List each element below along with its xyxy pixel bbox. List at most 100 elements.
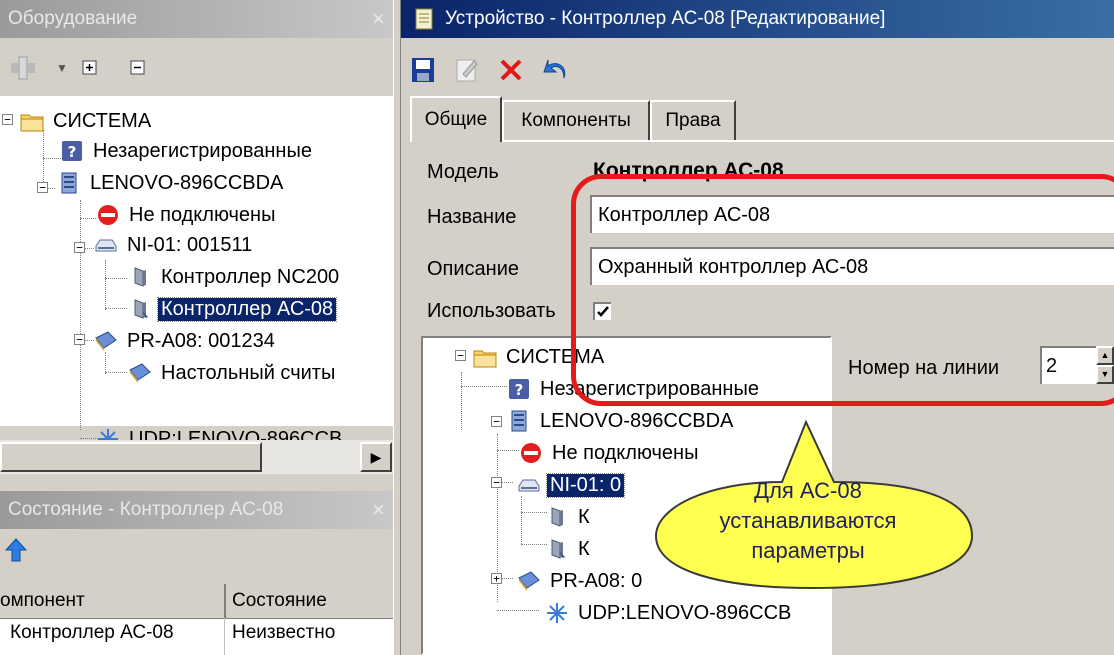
tree-item-label: СИСТЕМА xyxy=(506,345,605,368)
splitter[interactable] xyxy=(393,0,401,655)
folder-icon xyxy=(20,114,44,132)
line-tree-item-pr-a08[interactable]: PR-A08: 0 xyxy=(517,566,645,596)
scroll-right-icon[interactable]: ▶ xyxy=(360,442,392,472)
tree-item-label: К xyxy=(578,505,590,528)
tree-item-unregistered[interactable]: ? Незарегистрированные xyxy=(60,136,315,166)
collapse-toggle[interactable]: − xyxy=(491,416,502,427)
description-label: Описание xyxy=(427,258,520,280)
tab-underline xyxy=(410,140,1114,142)
collapse-all-icon[interactable] xyxy=(130,60,146,76)
expand-toggle[interactable]: + xyxy=(491,573,502,584)
device-window-title: Устройство - Контроллер АС-08 [Редактиро… xyxy=(401,0,1114,38)
tree-item-nc200[interactable]: Контроллер NC200 xyxy=(128,262,342,292)
tab-rights[interactable]: Права xyxy=(650,100,736,140)
tree-item-lenovo[interactable]: LENOVO-896CCBDA xyxy=(57,168,286,198)
table-row[interactable]: Контроллер АС-08 xyxy=(10,622,174,644)
checkmark-icon xyxy=(597,306,609,317)
expand-all-icon[interactable] xyxy=(82,60,98,76)
line-tree-item-unregistered[interactable]: ? Незарегистрированные xyxy=(507,374,762,404)
collapse-toggle[interactable]: − xyxy=(2,114,13,125)
question-icon: ? xyxy=(62,141,82,161)
callout-line-3: параметры xyxy=(751,538,865,563)
status-panel-title: Состояние - Контроллер АС-08 × xyxy=(0,491,393,529)
tab-components[interactable]: Компоненты xyxy=(502,100,650,140)
server-icon xyxy=(511,410,527,432)
tree-item-label: СИСТЕМА xyxy=(53,109,152,132)
tree-item-desktop-reader[interactable]: Настольный считы xyxy=(128,358,338,388)
tree-item-system[interactable]: СИСТЕМА xyxy=(20,106,154,136)
delete-icon[interactable] xyxy=(498,56,524,84)
horizontal-scrollbar[interactable]: ▶ xyxy=(0,440,393,474)
controller-icon xyxy=(134,267,146,287)
model-value: Контроллер АС-08 xyxy=(593,159,784,182)
column-header-status[interactable]: Состояние xyxy=(232,590,327,612)
tree-item-label: Незарегистрированные xyxy=(540,377,759,400)
callout-line-2: устанавливаются xyxy=(719,508,897,533)
tree-item-ni01[interactable]: NI-01: 001511 xyxy=(94,230,255,260)
callout-text: Для АС-08 устанавливаются параметры xyxy=(658,476,958,566)
tree-item-label: Настольный считы xyxy=(161,361,336,384)
table-cell: Неизвестно xyxy=(232,622,336,643)
use-checkbox[interactable] xyxy=(593,302,611,320)
equipment-panel-title-text: Оборудование xyxy=(8,8,138,29)
callout-line-1: Для АС-08 xyxy=(754,478,862,503)
edit-icon[interactable] xyxy=(454,56,480,84)
tree-item-label: К xyxy=(578,537,590,560)
column-header-component[interactable]: омпонент xyxy=(0,590,220,612)
close-icon[interactable]: × xyxy=(372,497,385,523)
tree-item-ac08[interactable]: Контроллер АС-08 xyxy=(128,294,338,324)
name-label: Название xyxy=(427,206,517,228)
close-icon[interactable]: × xyxy=(372,6,385,32)
model-label: Модель xyxy=(427,161,499,183)
line-tree-item-controller-2[interactable]: К xyxy=(545,534,593,564)
spin-down-icon[interactable]: ▼ xyxy=(1096,365,1114,384)
collapse-toggle[interactable]: − xyxy=(74,334,85,345)
equipment-tree: − − − − СИСТЕМА ? Незарегистрированные L… xyxy=(0,96,393,450)
line-number-spinner[interactable]: ▲ ▼ xyxy=(1096,346,1114,384)
line-number-spinbox[interactable]: 2 xyxy=(1040,346,1096,384)
tab-general[interactable]: Общие xyxy=(410,96,502,142)
line-tree-item-controller-1[interactable]: К xyxy=(545,502,593,532)
line-tree-item-system[interactable]: СИСТЕМА xyxy=(473,342,607,372)
tree-item-not-connected[interactable]: Не подключены xyxy=(96,200,278,230)
arrow-up-icon[interactable] xyxy=(4,537,28,569)
status-panel-title-text: Состояние - Контроллер АС-08 xyxy=(8,499,284,520)
svg-text:?: ? xyxy=(68,143,77,161)
tree-item-label: UDP:LENOVO-896CCB xyxy=(578,601,792,624)
name-field[interactable]: Контроллер АС-08 xyxy=(590,195,1114,233)
tree-item-label: Контроллер NC200 xyxy=(161,265,340,288)
save-icon[interactable] xyxy=(410,56,436,84)
description-field[interactable]: Охранный контроллер АС-08 xyxy=(590,247,1114,285)
server-icon xyxy=(61,172,77,194)
reader-icon xyxy=(518,571,540,591)
line-tree-item-ni01[interactable]: NI-01: 0 xyxy=(517,470,626,500)
collapse-toggle[interactable]: − xyxy=(455,350,466,361)
status-table: омпонент Состояние Контроллер АС-08 Неиз… xyxy=(0,584,393,655)
spin-up-icon[interactable]: ▲ xyxy=(1096,346,1114,365)
equipment-toolbar: ▼ xyxy=(8,48,146,88)
document-icon xyxy=(415,8,433,30)
tree-item-label: NI-01: 001511 xyxy=(127,233,253,256)
tree-item-label: LENOVO-896CCBDA xyxy=(90,171,284,194)
collapse-toggle[interactable]: − xyxy=(491,477,502,488)
line-tree-item-udp[interactable]: UDP:LENOVO-896CCB xyxy=(545,598,794,628)
collapse-toggle[interactable]: − xyxy=(37,182,48,193)
tree-item-pr-a08[interactable]: PR-A08: 001234 xyxy=(94,326,278,356)
device-window-title-text: Устройство - Контроллер АС-08 [Редактиро… xyxy=(445,8,886,29)
name-field-value: Контроллер АС-08 xyxy=(598,203,771,226)
network-device-icon xyxy=(95,239,117,252)
use-label: Использовать xyxy=(427,300,556,322)
svg-text:?: ? xyxy=(515,381,524,399)
tree-item-label: PR-A08: 0 xyxy=(550,569,643,592)
line-number-label: Номер на линии xyxy=(848,357,1000,379)
dropdown-arrow-icon[interactable]: ▼ xyxy=(56,61,68,75)
add-icon[interactable] xyxy=(8,53,42,83)
collapse-toggle[interactable]: − xyxy=(74,242,85,253)
scrollbar-thumb[interactable] xyxy=(0,442,262,472)
tree-item-label: NI-01: 0 xyxy=(545,472,626,498)
equipment-panel-title: Оборудование × xyxy=(0,0,393,38)
undo-icon[interactable] xyxy=(542,56,570,84)
network-device-icon xyxy=(518,479,540,492)
tree-item-label: Незарегистрированные xyxy=(93,139,312,162)
tree-item-label: PR-A08: 001234 xyxy=(127,329,275,352)
